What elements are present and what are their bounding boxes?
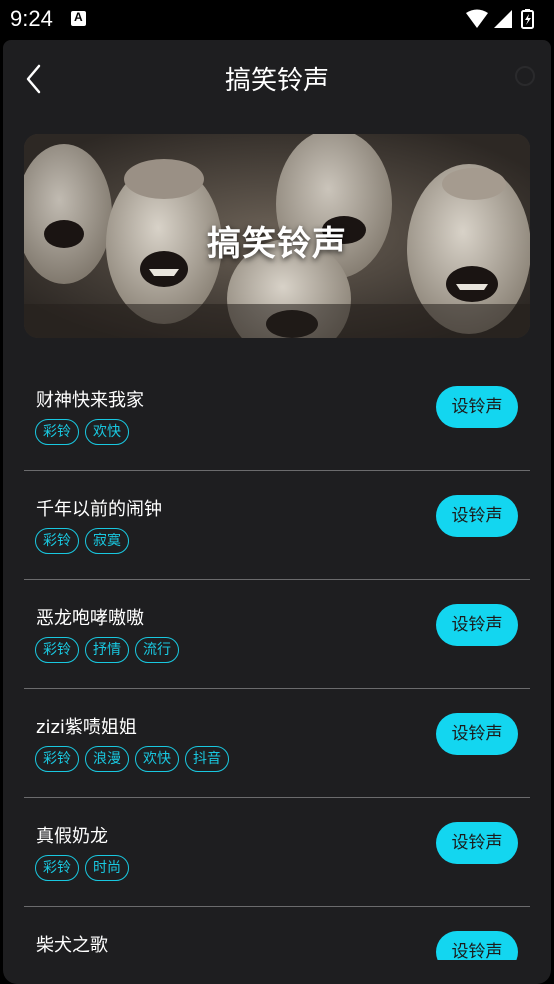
tag-group: 彩铃 抒情 流行: [35, 637, 179, 663]
system-icons: [466, 9, 534, 29]
ringtone-title: 千年以前的闹钟: [36, 499, 162, 520]
banner-image[interactable]: 搞笑铃声: [24, 134, 530, 338]
ringtone-list: 财神快来我家 彩铃 欢快 设铃声 千年以前的闹钟 彩铃 寂寞 设铃声 恶龙咆哮嗷…: [24, 362, 530, 960]
set-ringtone-button[interactable]: 设铃声: [436, 495, 518, 537]
set-ringtone-button[interactable]: 设铃声: [436, 604, 518, 646]
tag: 抖音: [185, 746, 229, 772]
notification-icon: A: [71, 10, 86, 26]
tag: 彩铃: [35, 528, 79, 554]
page-title: 搞笑铃声: [224, 66, 329, 96]
ringtone-title: 柴犬之歌: [36, 935, 108, 956]
list-item[interactable]: 真假奶龙 彩铃 时尚 设铃声: [24, 798, 530, 907]
set-ringtone-button[interactable]: 设铃声: [436, 931, 518, 960]
tag: 时尚: [85, 855, 129, 881]
tag-group: 彩铃 欢快: [35, 419, 129, 445]
list-item[interactable]: 财神快来我家 彩铃 欢快 设铃声: [24, 362, 530, 471]
ringtone-title: 恶龙咆哮嗷嗷: [36, 608, 144, 629]
battery-icon: [521, 9, 534, 29]
signal-icon: [494, 10, 512, 28]
ringtone-title: zizi紫啧姐姐: [36, 717, 137, 738]
tag: 寂寞: [85, 528, 129, 554]
tag: 彩铃: [35, 746, 79, 772]
list-item[interactable]: zizi紫啧姐姐 彩铃 浪漫 欢快 抖音 设铃声: [24, 689, 530, 798]
tag: 欢快: [85, 419, 129, 445]
app-screen: 搞笑铃声 搞笑铃声 财神快来我家 彩铃 欢快 设铃声 千年以前的闹钟 彩铃 寂寞…: [3, 40, 551, 984]
set-ringtone-button[interactable]: 设铃声: [436, 822, 518, 864]
list-item[interactable]: 千年以前的闹钟 彩铃 寂寞 设铃声: [24, 471, 530, 580]
set-ringtone-button[interactable]: 设铃声: [436, 386, 518, 428]
tag-group: 彩铃 寂寞: [35, 528, 129, 554]
tag: 彩铃: [35, 419, 79, 445]
tag: 浪漫: [85, 746, 129, 772]
ringtone-title: 财神快来我家: [36, 390, 144, 411]
status-bar: 9:24 A: [0, 0, 554, 40]
status-time: 9:24: [10, 6, 53, 31]
tag-group: 彩铃 时尚: [35, 855, 129, 881]
wifi-icon: [466, 9, 488, 28]
menu-dot-icon[interactable]: [515, 66, 535, 86]
tag: 彩铃: [35, 855, 79, 881]
banner-title: 搞笑铃声: [207, 224, 347, 264]
tag: 彩铃: [35, 637, 79, 663]
list-item[interactable]: 柴犬之歌 设铃声: [24, 907, 530, 960]
tag: 流行: [135, 637, 179, 663]
tag: 欢快: [135, 746, 179, 772]
list-item[interactable]: 恶龙咆哮嗷嗷 彩铃 抒情 流行 设铃声: [24, 580, 530, 689]
tag-group: 彩铃 浪漫 欢快 抖音: [35, 746, 229, 772]
set-ringtone-button[interactable]: 设铃声: [436, 713, 518, 755]
ringtone-title: 真假奶龙: [36, 826, 108, 847]
tag: 抒情: [85, 637, 129, 663]
